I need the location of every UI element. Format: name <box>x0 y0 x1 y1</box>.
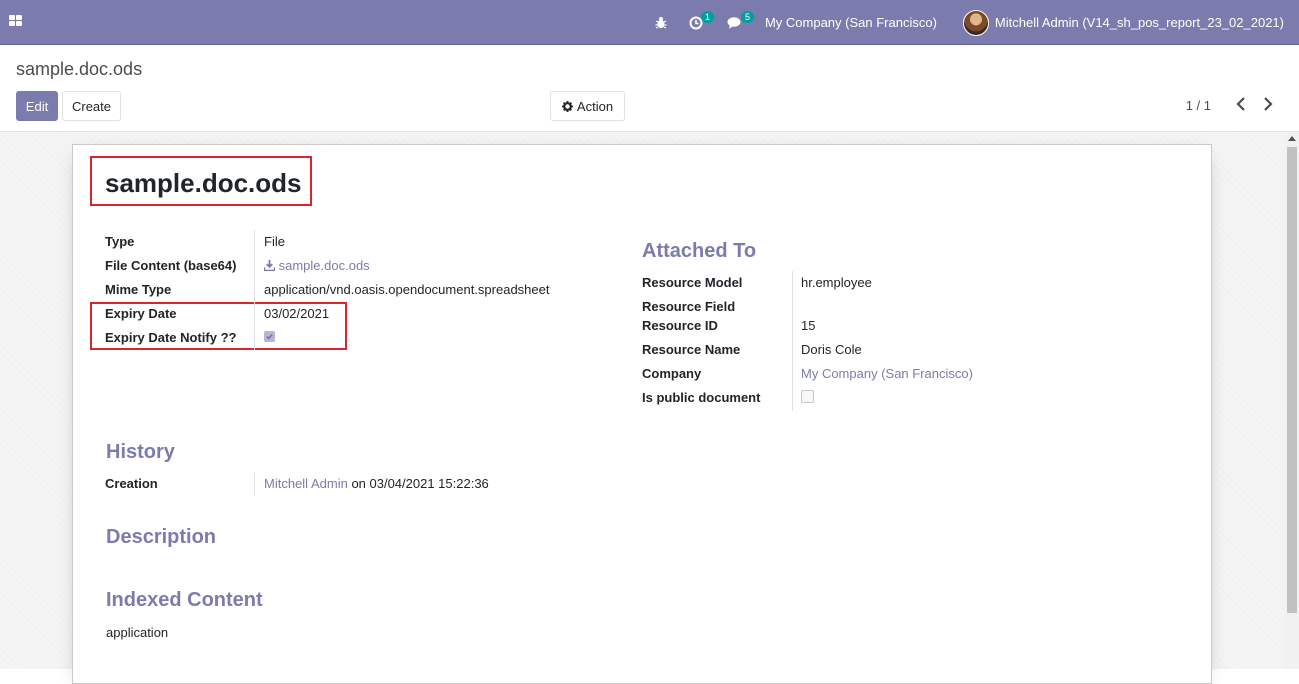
chevron-right-icon[interactable] <box>1261 96 1275 112</box>
file-download-link[interactable]: sample.doc.ods <box>263 258 370 273</box>
public-document-label: Is public document <box>642 390 761 405</box>
resource-model-value: hr.employee <box>801 275 872 290</box>
history-heading: History <box>106 441 175 463</box>
action-button[interactable]: Action <box>550 91 625 121</box>
company-label: Company <box>642 366 702 381</box>
navbar-systray: 1 5 My Company (San Francisco) Mitchell … <box>645 0 1299 45</box>
type-value: File <box>264 234 285 249</box>
expiry-date-label: Expiry Date <box>105 306 177 321</box>
company-switcher[interactable]: My Company (San Francisco) <box>761 0 949 45</box>
mime-type-label: Mime Type <box>105 282 172 297</box>
scroll-up-arrow-icon[interactable] <box>1288 136 1296 141</box>
messaging-menu[interactable]: 5 <box>721 0 761 45</box>
check-icon <box>266 334 273 340</box>
scrollbar-thumb[interactable] <box>1287 147 1297 613</box>
resource-name-label: Resource Name <box>642 342 741 357</box>
edit-button[interactable]: Edit <box>16 91 58 121</box>
avatar <box>962 9 989 36</box>
action-label: Action <box>576 98 614 114</box>
expiry-notify-checkbox[interactable] <box>264 331 275 342</box>
chevron-left-icon[interactable] <box>1234 96 1248 112</box>
type-label: Type <box>105 234 135 249</box>
apps-menu-icon[interactable] <box>9 15 23 29</box>
activity-count-badge: 1 <box>700 11 714 23</box>
download-icon <box>263 260 276 272</box>
record-title: sample.doc.ods <box>105 168 302 198</box>
create-button[interactable]: Create <box>62 91 121 121</box>
control-panel: sample.doc.ods Edit Create Action 1 / 1 <box>0 45 1299 132</box>
resource-id-label: Resource ID <box>642 318 718 333</box>
file-name: sample.doc.ods <box>278 258 370 273</box>
user-menu[interactable]: Mitchell Admin (V14_sh_pos_report_23_02_… <box>949 0 1299 45</box>
activity-menu[interactable]: 1 <box>677 0 721 45</box>
gear-icon <box>561 100 573 112</box>
breadcrumb: sample.doc.ods <box>16 59 143 79</box>
bug-icon <box>655 17 667 29</box>
indexed-content-value: application <box>106 625 169 640</box>
top-navbar: 1 5 My Company (San Francisco) Mitchell … <box>0 0 1299 45</box>
resource-field-label: Resource Field <box>642 299 736 314</box>
left-group-separator <box>254 230 255 350</box>
creation-user-link[interactable]: Mitchell Admin <box>264 476 348 491</box>
company-link[interactable]: My Company (San Francisco) <box>801 366 973 381</box>
resource-id-value: 15 <box>801 318 816 333</box>
history-separator <box>254 472 255 496</box>
company-name: My Company (San Francisco) <box>764 15 937 30</box>
indexed-content-heading: Indexed Content <box>106 589 263 611</box>
creation-date-text: on 03/04/2021 15:22:36 <box>351 476 489 491</box>
description-heading: Description <box>106 526 217 548</box>
creation-value: Mitchell Admin on 03/04/2021 15:22:36 <box>264 476 489 491</box>
message-count-badge: 5 <box>740 11 754 23</box>
pager-value[interactable]: 1 / 1 <box>1186 98 1211 113</box>
creation-label: Creation <box>105 476 158 491</box>
expiry-date-value: 03/02/2021 <box>264 306 330 321</box>
resource-name-value: Doris Cole <box>801 342 862 357</box>
public-document-checkbox[interactable] <box>801 390 814 403</box>
right-group-separator <box>792 271 793 411</box>
user-name: Mitchell Admin (V14_sh_pos_report_23_02_… <box>994 15 1284 30</box>
file-content-label: File Content (base64) <box>105 258 237 273</box>
expiry-notify-label: Expiry Date Notify ?? <box>105 330 237 345</box>
resource-model-label: Resource Model <box>642 275 743 290</box>
debug-menu[interactable] <box>645 0 677 45</box>
mime-type-value: application/vnd.oasis.opendocument.sprea… <box>264 282 550 297</box>
attached-to-heading: Attached To <box>642 240 757 262</box>
